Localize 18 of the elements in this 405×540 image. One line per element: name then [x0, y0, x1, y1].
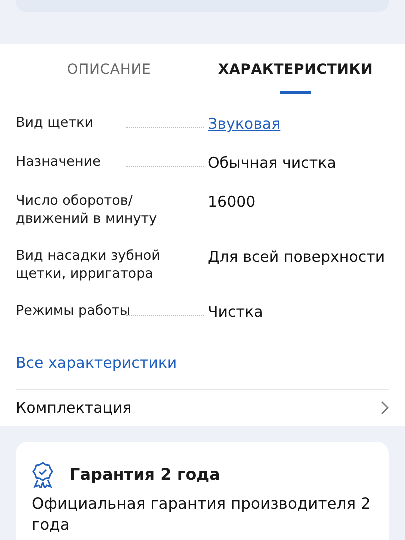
kit-row[interactable]: Комплектация	[0, 390, 405, 426]
all-specs-link[interactable]: Все характеристики	[0, 352, 405, 374]
warranty-text: Официальная гарантия производителя 2 года	[32, 494, 372, 536]
tab[interactable]: ХАРАКТЕРИСТИКИ	[202, 60, 389, 94]
spec-value-link[interactable]: Звуковая	[208, 114, 281, 134]
spec-label: Режимы работы	[16, 302, 132, 320]
spec-value: 16000	[208, 192, 256, 212]
spec-label: Вид насадки зубной щетки, ирригатора	[16, 247, 162, 283]
tab[interactable]: ОПИСАНИЕ	[16, 60, 202, 94]
badge-icon	[32, 462, 54, 488]
warranty-title: Гарантия 2 года	[70, 464, 220, 486]
spec-label: Число оборотов/ движений в минуту	[16, 192, 158, 228]
spec-value: Для всей поверхности	[208, 247, 386, 267]
spec-label: Назначение	[16, 153, 102, 171]
spec-value: Чистка	[208, 302, 264, 322]
chevron-right-icon	[381, 400, 389, 415]
spec-label: Вид щетки	[16, 114, 94, 132]
spec-value: Обычная чистка	[208, 153, 336, 173]
